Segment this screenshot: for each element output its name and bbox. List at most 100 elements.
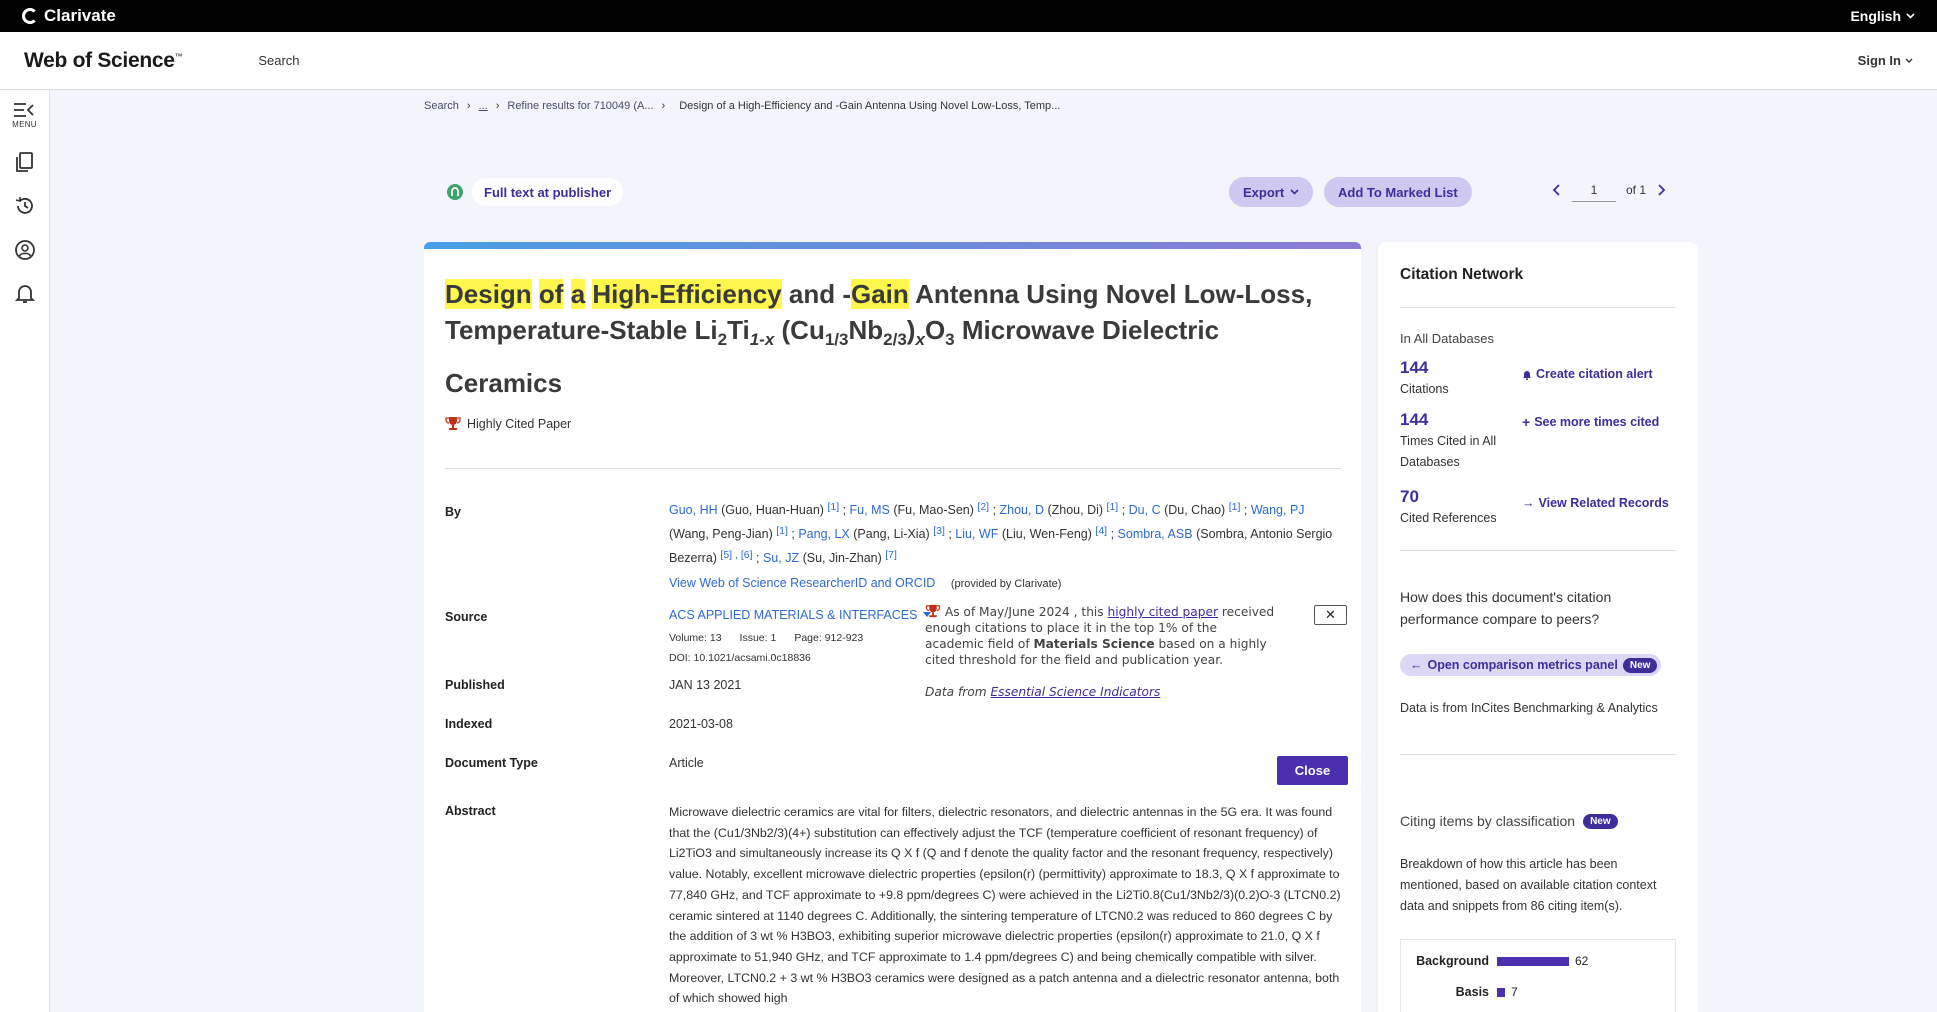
new-badge: New <box>1622 657 1658 673</box>
highly-cited-label: Highly Cited Paper <box>467 416 572 431</box>
orcid-row: View Web of Science ResearcherID and ORC… <box>669 576 1061 590</box>
times-cited-label: Times Cited in All Databases <box>1400 434 1497 469</box>
breadcrumb-ellipsis[interactable]: ... <box>479 100 488 112</box>
history-nav[interactable] <box>14 195 36 217</box>
open-comparison-label: Open comparison metrics panel <box>1427 658 1618 672</box>
divider <box>445 468 1341 469</box>
author-affil-ref[interactable]: [3] <box>933 525 945 537</box>
author-link[interactable]: Fu, MS <box>850 503 890 517</box>
journal-link[interactable]: ACS APPLIED MATERIALS & INTERFACES <box>669 608 932 622</box>
author-affil-ref[interactable]: [1] <box>776 525 788 537</box>
highly-cited-popup: As of May/June 2024 , this highly cited … <box>925 604 1277 700</box>
popup-data-from: Data from <box>925 685 987 699</box>
close-popup-x-button[interactable]: ✕ <box>1314 605 1347 625</box>
sign-in-button[interactable]: Sign In <box>1858 53 1913 68</box>
author-link[interactable]: Zhou, D <box>1000 503 1044 517</box>
author-full-name: (Liu, Wen-Feng) <box>1001 527 1092 541</box>
author-link[interactable]: Du, C <box>1129 503 1161 517</box>
classification-row[interactable]: Basis 7 <box>1401 985 1518 999</box>
chevron-left-icon[interactable] <box>1552 184 1562 196</box>
author-affil-ref[interactable]: [7] <box>885 549 897 561</box>
issue: Issue: 1 <box>739 632 777 644</box>
citations-count[interactable]: 144 <box>1400 358 1428 378</box>
page-number-input[interactable] <box>1572 178 1616 202</box>
by-label: By <box>445 505 461 519</box>
divider <box>1400 754 1676 755</box>
add-to-marked-list-label: Add To Marked List <box>1338 184 1458 200</box>
profile-nav[interactable] <box>14 239 36 261</box>
times-cited-count[interactable]: 144 <box>1400 410 1428 430</box>
close-button[interactable]: Close <box>1277 756 1348 785</box>
popup-text-pre: As of May/June 2024 , this <box>944 605 1104 619</box>
popup-field: Materials Science <box>1033 637 1155 651</box>
left-sidebar: MENU <box>0 90 50 1012</box>
header-search-link[interactable]: Search <box>258 53 299 68</box>
see-more-times-cited-label: See more times cited <box>1534 415 1660 429</box>
export-button[interactable]: Export <box>1229 177 1314 207</box>
alerts-nav[interactable] <box>14 283 35 305</box>
export-label: Export <box>1243 184 1285 200</box>
title-sub: 1-x <box>749 330 775 350</box>
chevron-down-icon <box>1905 58 1913 63</box>
author-link[interactable]: Sombra, ASB <box>1118 527 1193 541</box>
view-researcherid-orcid-link[interactable]: View Web of Science ResearcherID and ORC… <box>669 576 935 590</box>
trophy-icon <box>925 604 941 618</box>
open-comparison-metrics-button[interactable]: ← Open comparison metrics panel New <box>1400 654 1662 676</box>
classification-chart: Background 62 Basis 7 <box>1400 939 1676 1012</box>
popup-data-source: Data from Essential Science Indicators <box>925 684 1277 700</box>
chevron-right-icon[interactable] <box>1656 184 1666 196</box>
author-link[interactable]: Liu, WF <box>955 527 998 541</box>
breadcrumb-separator: › <box>495 100 500 112</box>
view-related-records-link[interactable]: → View Related Records <box>1522 496 1669 510</box>
citations-label: Citations <box>1400 382 1449 396</box>
abstract-text: Microwave dielectric ceramics are vital … <box>669 805 1341 1006</box>
esi-link[interactable]: Essential Science Indicators <box>990 685 1160 699</box>
breadcrumb-search[interactable]: Search <box>424 100 459 112</box>
classification-row[interactable]: Background 62 <box>1401 954 1588 968</box>
title-text: Antenna Using Novel Low-Loss, <box>915 279 1313 309</box>
menu-button[interactable]: MENU <box>12 102 37 129</box>
title-text: Nb <box>848 315 884 345</box>
indexed-label: Indexed <box>445 717 493 731</box>
marked-list-nav[interactable] <box>15 151 35 173</box>
clarivate-logo[interactable]: Clarivate <box>22 6 116 26</box>
cited-references-count[interactable]: 70 <box>1400 487 1419 507</box>
divider <box>1400 550 1676 551</box>
title-text: and - <box>788 279 851 309</box>
add-to-marked-list-button[interactable]: Add To Marked List <box>1324 177 1472 207</box>
classification-label: Background <box>1416 954 1489 968</box>
highly-cited-paper-link[interactable]: highly cited paper <box>1108 605 1218 619</box>
classification-label: Basis <box>1455 985 1489 999</box>
author-full-name: (Wang, Peng-Jian) <box>669 527 773 541</box>
title-text: Temperature-Stable Li <box>445 315 718 345</box>
menu-collapse-icon <box>14 103 35 117</box>
full-text-at-publisher-button[interactable]: Full text at publisher <box>472 178 624 206</box>
provided-by-label: (provided by Clarivate) <box>950 578 1062 590</box>
title-highlight: Design <box>445 279 532 309</box>
language-selector[interactable]: English <box>1850 8 1915 24</box>
doi: DOI: 10.1021/acsami.0c18836 <box>669 652 811 664</box>
author-link[interactable]: Wang, PJ <box>1251 503 1305 517</box>
title-sub: x <box>915 330 925 350</box>
author-affil-ref[interactable]: [4] <box>1095 525 1107 537</box>
author-link[interactable]: Guo, HH <box>669 503 718 517</box>
language-label: English <box>1850 8 1901 24</box>
author-affil-ref[interactable]: [1] <box>1107 501 1119 513</box>
arrow-right-icon: → <box>1522 496 1535 510</box>
author-affil-ref[interactable]: [2] <box>977 501 989 513</box>
journal-name: ACS APPLIED MATERIALS & INTERFACES <box>669 608 918 622</box>
author-affil-ref[interactable]: [1] <box>827 501 839 513</box>
author-link[interactable]: Pang, LX <box>798 527 849 541</box>
author-affil-ref[interactable]: [5] , [6] <box>720 549 752 561</box>
breadcrumb-refine[interactable]: Refine results for 710049 (A... <box>507 100 653 112</box>
create-citation-alert-link[interactable]: Create citation alert <box>1522 367 1653 381</box>
document-type-value: Article <box>669 756 704 770</box>
see-more-times-cited-link[interactable]: + See more times cited <box>1522 414 1659 430</box>
author-link[interactable]: Su, JZ <box>763 551 799 565</box>
web-of-science-logo[interactable]: Web of Science™ <box>24 49 183 73</box>
author-full-name: (Zhou, Di) <box>1047 503 1104 517</box>
author-affil-ref[interactable]: [1] <box>1229 501 1241 513</box>
popup-text: As of May/June 2024 , this highly cited … <box>925 604 1277 668</box>
highly-cited-badge: Highly Cited Paper <box>445 416 571 431</box>
chevron-down-icon <box>1290 189 1299 195</box>
